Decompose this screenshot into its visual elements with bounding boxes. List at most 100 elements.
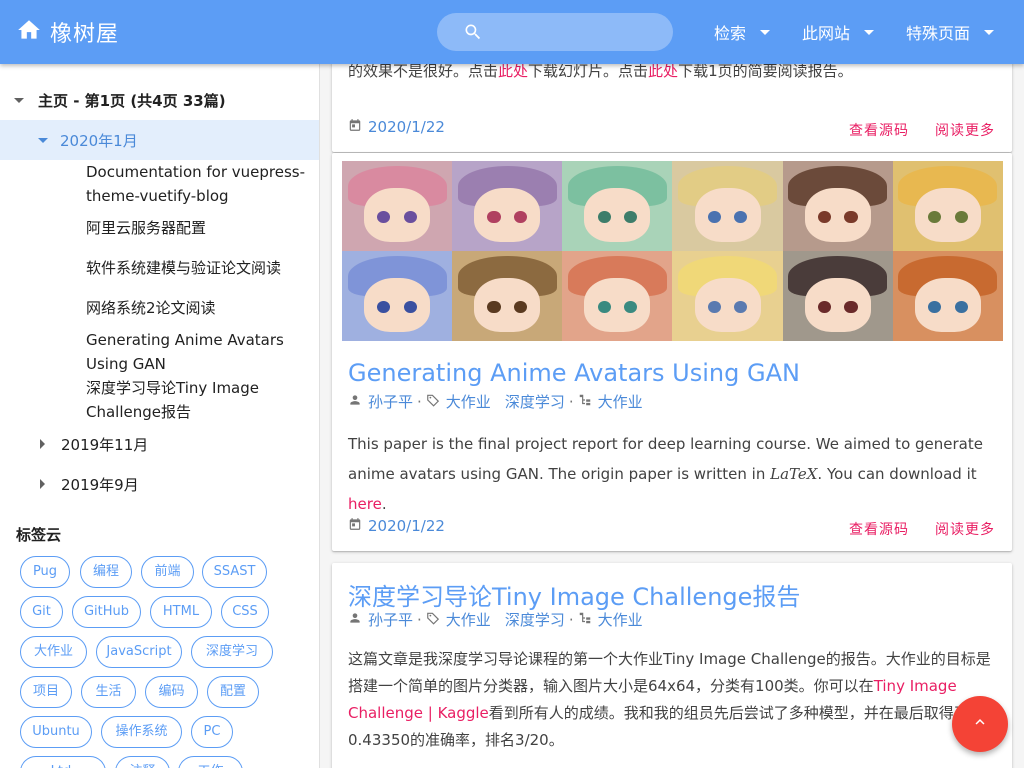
- avatar-tile: [892, 251, 1003, 341]
- tag-chip[interactable]: PC: [191, 716, 233, 748]
- home-icon: [16, 17, 42, 47]
- sidebar-post-link[interactable]: Generating Anime Avatars Using GAN: [86, 328, 306, 376]
- post-cover-image[interactable]: [342, 161, 1003, 341]
- tree-root-label: 主页 - 第1页 (共4页 33篇): [38, 91, 226, 110]
- main-content: 的效果不是很好。点击此处下载幻灯片。点击此处下载1页的简要阅读报告。 2020/…: [320, 64, 1024, 768]
- author-link[interactable]: 孙子平: [368, 609, 413, 630]
- post-meta: 孙子平 · 大作业 深度学习 · 大作业: [348, 391, 643, 412]
- app-title: 橡树屋: [50, 22, 120, 47]
- tree-month-2019-09[interactable]: 2019年9月: [40, 472, 139, 496]
- tag-chip[interactable]: 编码: [145, 676, 198, 708]
- avatar-tile: [342, 251, 453, 341]
- excerpt-text: 下载幻灯片。点击: [528, 64, 649, 80]
- post-excerpt: 这篇文章是我深度学习导论课程的第一个大作业Tiny Image Challeng…: [348, 646, 996, 754]
- sidebar-post-link[interactable]: Documentation for vuepress-theme-vuetify…: [86, 160, 306, 208]
- month-label: 2019年11月: [61, 435, 149, 454]
- scroll-to-top-button[interactable]: [952, 696, 1008, 752]
- excerpt-text: . You can download it: [817, 465, 977, 483]
- month-label: 2020年1月: [60, 131, 138, 150]
- post-title-link[interactable]: Generating Anime Avatars Using GAN: [348, 359, 800, 387]
- chevron-down-icon: [864, 29, 875, 35]
- avatar-tile: [342, 161, 453, 251]
- tag-chip[interactable]: 大作业: [20, 636, 87, 668]
- post-card: 的效果不是很好。点击此处下载幻灯片。点击此处下载1页的简要阅读报告。 2020/…: [332, 64, 1012, 152]
- avatar-tile: [562, 161, 673, 251]
- tag-icon: [426, 393, 446, 411]
- author-link[interactable]: 孙子平: [368, 391, 413, 412]
- download-link[interactable]: here: [348, 495, 382, 513]
- avatar-tile: [452, 161, 563, 251]
- month-label: 2019年9月: [61, 475, 139, 494]
- nav-site-menu[interactable]: 此网站: [802, 20, 875, 44]
- sidebar-post-link[interactable]: 软件系统建模与验证论文阅读: [86, 256, 306, 280]
- post-tag-link[interactable]: 大作业: [446, 391, 491, 412]
- expand-icon: [14, 97, 24, 103]
- post-excerpt: 的效果不是很好。点击此处下载幻灯片。点击此处下载1页的简要阅读报告。: [348, 64, 853, 81]
- tree-root-home[interactable]: 主页 - 第1页 (共4页 33篇): [14, 88, 226, 112]
- tag-chip[interactable]: Ltd.: [20, 756, 106, 768]
- person-icon: [348, 393, 368, 411]
- nav-search-menu[interactable]: 检索: [714, 20, 771, 44]
- tag-chip[interactable]: Pug: [20, 556, 70, 588]
- post-tag-link[interactable]: 深度学习: [505, 609, 565, 630]
- download-report-link[interactable]: 此处: [648, 64, 678, 80]
- latex-logo: LaTeX: [770, 465, 818, 483]
- tag-chip[interactable]: 项目: [20, 676, 72, 708]
- tag-chip[interactable]: GitHub: [72, 596, 141, 628]
- tag-chip[interactable]: 编程: [80, 556, 132, 588]
- calendar-icon: [348, 517, 368, 535]
- tag-chip[interactable]: 操作系统: [101, 716, 182, 748]
- tag-chip[interactable]: 工作: [178, 756, 243, 768]
- tag-chip[interactable]: 前端: [141, 556, 194, 588]
- tag-chip[interactable]: Ubuntu: [20, 716, 92, 748]
- post-category-link[interactable]: 大作业: [598, 609, 643, 630]
- post-card: Generating Anime Avatars Using GAN 孙子平 ·…: [332, 153, 1012, 551]
- post-card: 深度学习导论Tiny Image Challenge报告 孙子平 · 大作业 深…: [332, 563, 1012, 768]
- chevron-up-icon: [971, 713, 989, 735]
- tag-chip[interactable]: 生活: [81, 676, 136, 708]
- avatar-tile: [892, 161, 1003, 251]
- read-more-button[interactable]: 阅读更多: [935, 519, 995, 539]
- tree-month-2020-01[interactable]: 2020年1月: [0, 120, 319, 160]
- post-tag-link[interactable]: 大作业: [446, 609, 491, 630]
- post-category-link[interactable]: 大作业: [598, 391, 643, 412]
- post-meta: 孙子平 · 大作业 深度学习 · 大作业: [348, 609, 643, 630]
- sidebar-post-link[interactable]: 网络系统2论文阅读: [86, 296, 306, 320]
- read-more-button[interactable]: 阅读更多: [935, 120, 995, 140]
- tag-chip[interactable]: HTML: [150, 596, 212, 628]
- meta-separator: ·: [417, 610, 422, 629]
- post-title-link[interactable]: 深度学习导论Tiny Image Challenge报告: [348, 577, 800, 612]
- tag-chip[interactable]: 注释: [115, 756, 170, 768]
- tree-month-2019-11[interactable]: 2019年11月: [40, 432, 148, 456]
- view-source-button[interactable]: 查看源码: [849, 120, 909, 140]
- collapsed-icon: [40, 439, 45, 449]
- tag-chip[interactable]: JavaScript: [96, 636, 182, 668]
- tag-chip[interactable]: Git: [20, 596, 63, 628]
- date-text: 2020/1/22: [368, 118, 445, 136]
- tag-chip[interactable]: CSS: [221, 596, 269, 628]
- date-text: 2020/1/22: [368, 517, 445, 535]
- sidebar-post-link[interactable]: 深度学习导论Tiny Image Challenge报告: [86, 376, 306, 424]
- tag-chip[interactable]: SSAST: [202, 556, 267, 588]
- excerpt-text: 下载1页的简要阅读报告。: [678, 64, 853, 80]
- avatar-tile: [782, 251, 893, 341]
- brand[interactable]: 橡树屋: [16, 16, 119, 48]
- nav-special-menu[interactable]: 特殊页面: [906, 20, 995, 44]
- avatar-tile: [672, 251, 783, 341]
- search-input[interactable]: [437, 13, 673, 51]
- meta-separator: ·: [568, 610, 574, 629]
- post-excerpt: This paper is the final project report f…: [348, 429, 996, 519]
- meta-separator: ·: [568, 392, 574, 411]
- download-slides-link[interactable]: 此处: [498, 64, 528, 80]
- meta-separator: ·: [417, 392, 422, 411]
- post-tag-link[interactable]: 深度学习: [505, 391, 565, 412]
- view-source-button[interactable]: 查看源码: [849, 519, 909, 539]
- tag-chip[interactable]: 配置: [207, 676, 259, 708]
- sidebar: 主页 - 第1页 (共4页 33篇) 2020年1月 Documentation…: [0, 64, 320, 768]
- excerpt-text: 的效果不是很好。点击: [348, 64, 499, 80]
- tag-cloud-title: 标签云: [16, 526, 62, 544]
- tag-chip[interactable]: 深度学习: [191, 636, 273, 668]
- post-date: 2020/1/22: [348, 118, 445, 136]
- expand-icon: [38, 137, 48, 143]
- sidebar-post-link[interactable]: 阿里云服务器配置: [86, 216, 306, 240]
